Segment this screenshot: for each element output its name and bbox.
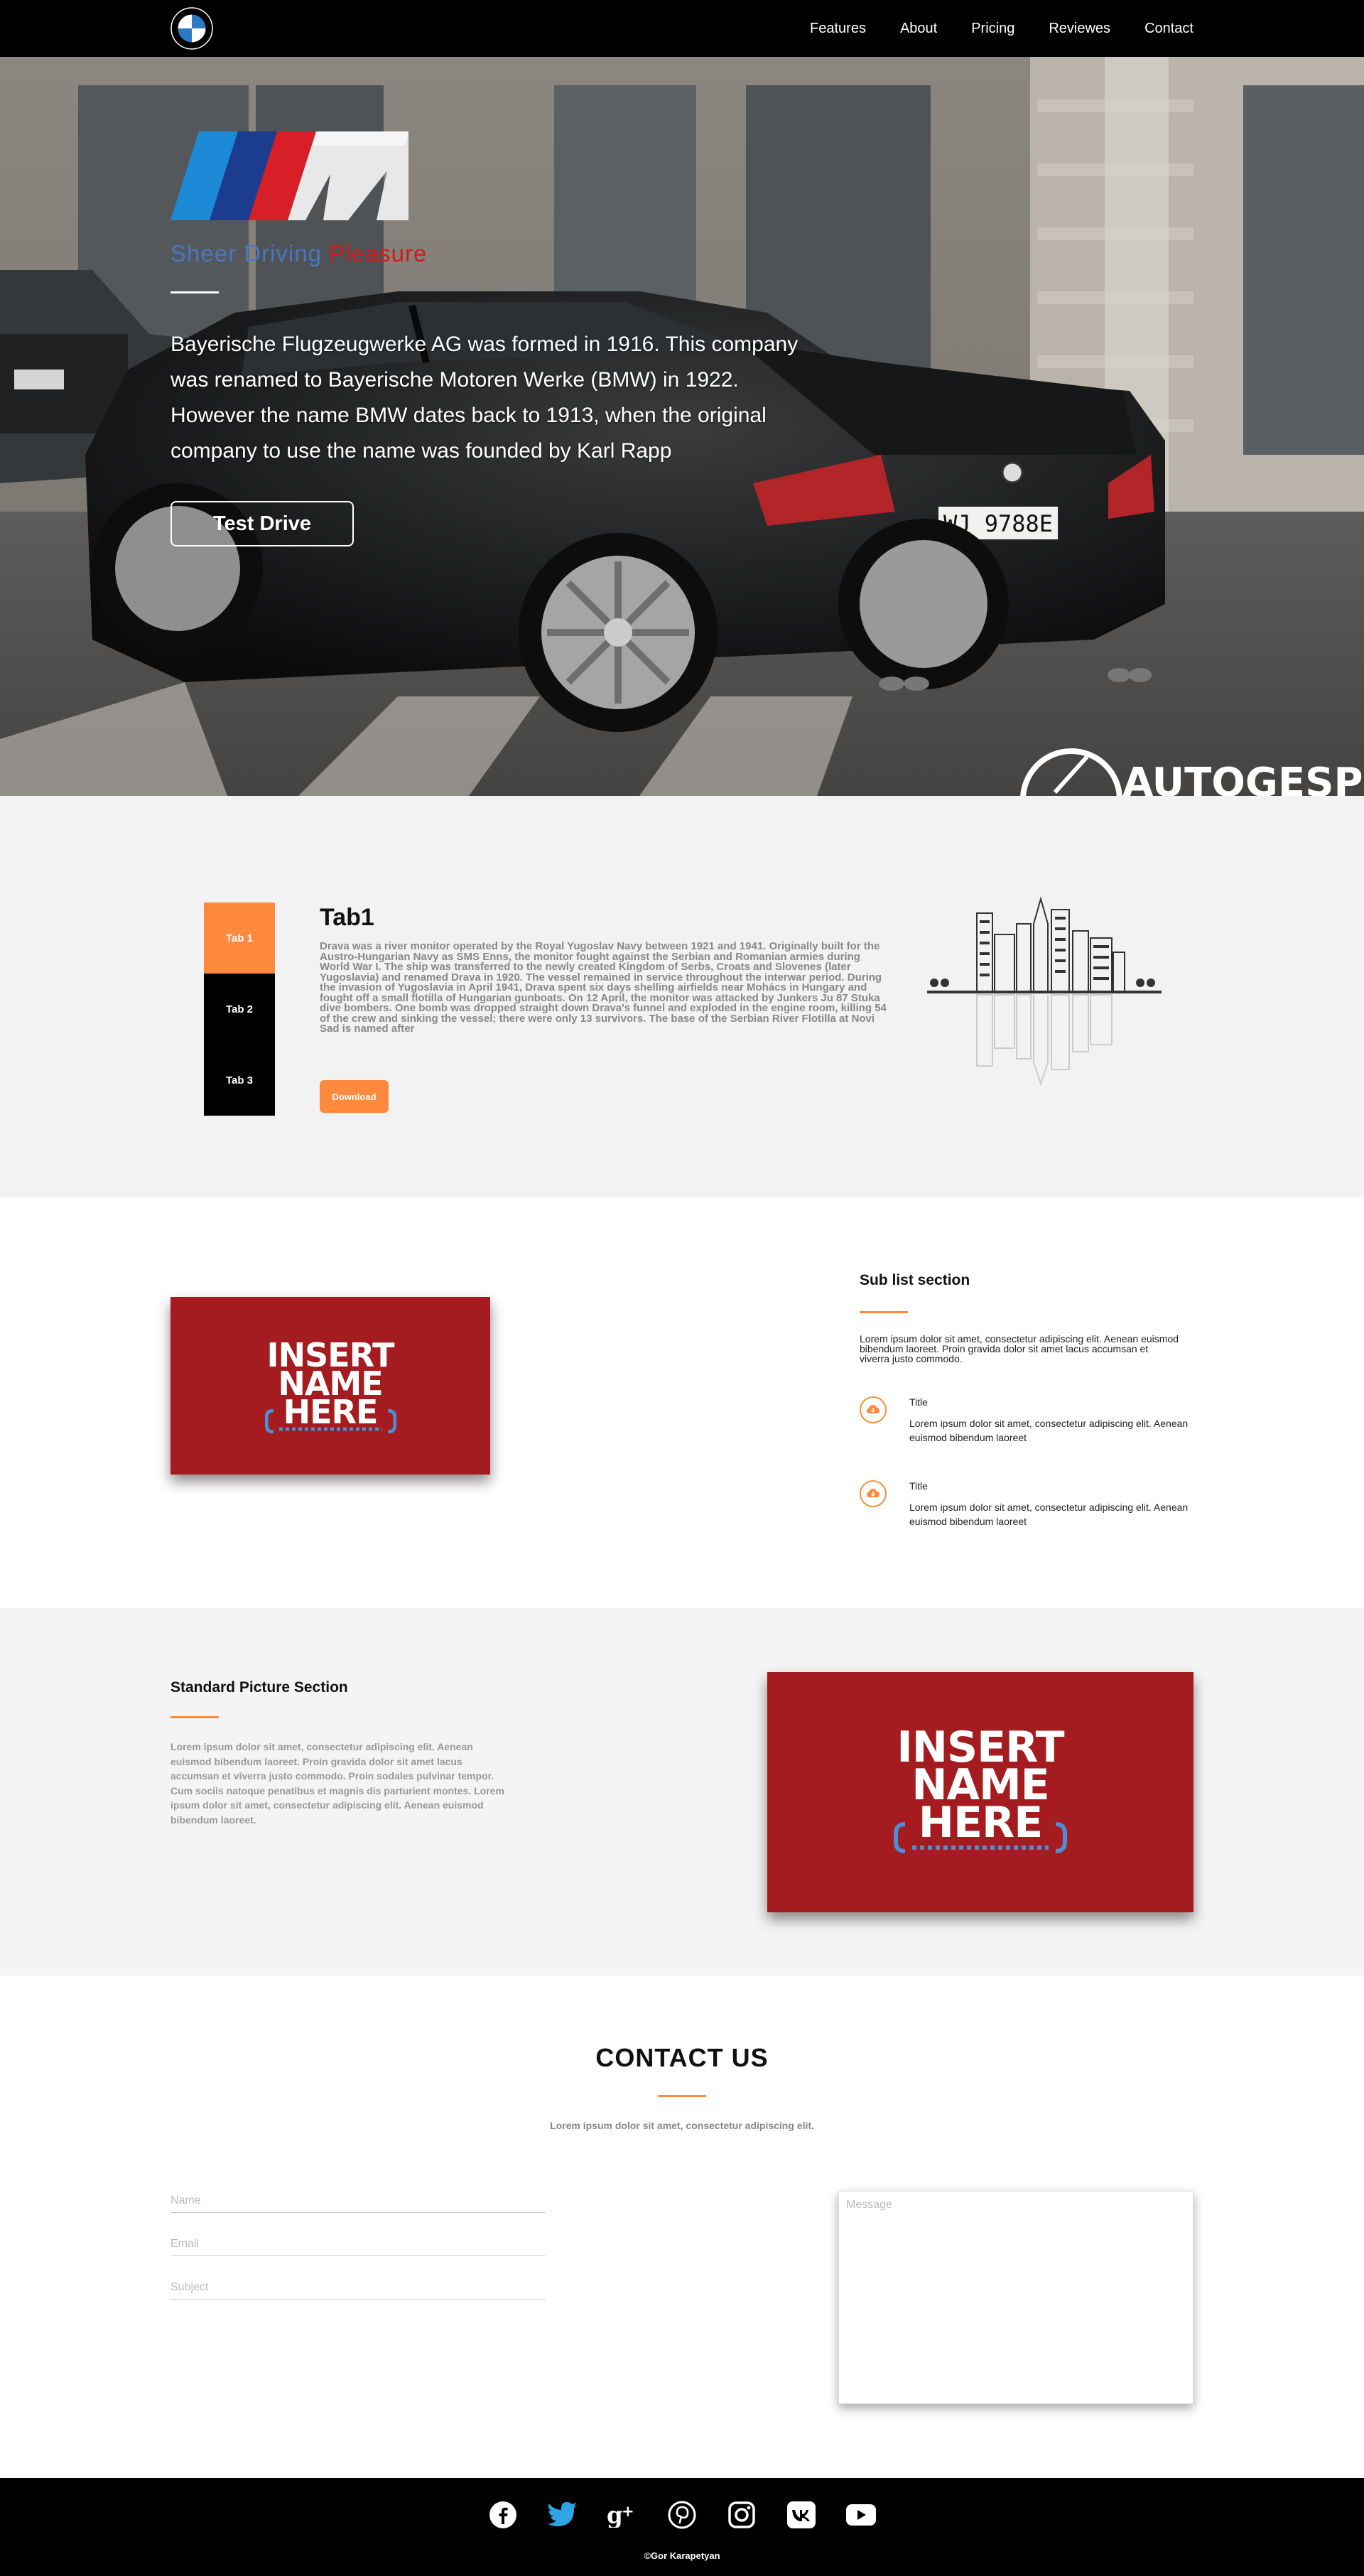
nav-link-pricing[interactable]: Pricing bbox=[971, 21, 1014, 37]
copyright-text: ©Gor Karapetyan bbox=[644, 2550, 720, 2561]
google-plus-icon[interactable]: g + bbox=[607, 2499, 638, 2531]
tab-3[interactable]: Tab 3 bbox=[204, 1045, 275, 1116]
list-item-text: Lorem ipsum dolor sit amet, consectetur … bbox=[909, 1418, 1189, 1443]
city-skyline-icon bbox=[927, 896, 1162, 1087]
sub-list-section: INSERT NAME HERE Sub list section Lorem … bbox=[0, 1197, 1364, 1608]
standard-picture-section: Standard Picture Section Lorem ipsum dol… bbox=[0, 1608, 1364, 1976]
top-navbar: Features About Pricing Reviewes Contact bbox=[0, 0, 1364, 57]
insert-name-placeholder-image: INSERT NAME HERE bbox=[170, 1297, 490, 1475]
sub-list-title: Sub list section bbox=[860, 1272, 970, 1288]
pinterest-icon[interactable] bbox=[666, 2499, 698, 2531]
tab-content: Drava was a river monitor operated by th… bbox=[320, 940, 887, 1035]
subject-field[interactable] bbox=[170, 2275, 546, 2300]
standard-picture-title: Standard Picture Section bbox=[170, 1679, 348, 1696]
message-field[interactable] bbox=[838, 2191, 1194, 2404]
vk-icon[interactable] bbox=[786, 2499, 817, 2531]
tab-title: Tab1 bbox=[320, 904, 374, 931]
instagram-icon[interactable] bbox=[726, 2499, 757, 2531]
bracket-dots-icon bbox=[894, 1822, 1067, 1853]
contact-title: CONTACT US bbox=[595, 2043, 769, 2072]
social-links: g + bbox=[0, 2499, 1364, 2531]
twitter-icon[interactable] bbox=[547, 2499, 578, 2531]
footer: g + ©Gor Karapetyan bbox=[0, 2478, 1364, 2576]
sub-list-divider bbox=[860, 1311, 908, 1313]
hero-tagline-part1: Sheer Driving bbox=[170, 240, 322, 266]
contact-divider bbox=[658, 2095, 706, 2097]
facebook-icon[interactable] bbox=[487, 2499, 519, 2531]
bracket-dots-icon bbox=[265, 1409, 396, 1433]
tab-2[interactable]: Tab 2 bbox=[204, 974, 275, 1045]
hero-tagline-part2: Pleasure bbox=[321, 240, 428, 266]
insert-name-placeholder-image: INSERT NAME HERE bbox=[767, 1672, 1194, 1912]
email-field[interactable] bbox=[170, 2232, 546, 2256]
bmw-m-logo bbox=[170, 131, 408, 220]
standard-picture-divider bbox=[170, 1716, 219, 1718]
test-drive-button[interactable]: Test Drive bbox=[170, 501, 354, 546]
cloud-download-icon bbox=[860, 1396, 887, 1423]
hero-description: Bayerische Flugzeugwerke AG was formed i… bbox=[170, 333, 799, 463]
nav-link-features[interactable]: Features bbox=[810, 21, 866, 37]
contact-section: CONTACT US Lorem ipsum dolor sit amet, c… bbox=[0, 1976, 1364, 2478]
contact-subtitle: Lorem ipsum dolor sit amet, consectetur … bbox=[550, 2120, 814, 2131]
tab-1[interactable]: Tab 1 bbox=[204, 902, 275, 974]
download-button[interactable]: Download bbox=[320, 1080, 389, 1113]
tab-list: Tab 1 Tab 2 Tab 3 bbox=[204, 902, 275, 1116]
cloud-download-icon bbox=[860, 1480, 887, 1507]
hero-divider bbox=[170, 291, 219, 293]
svg-text:g: g bbox=[607, 2502, 623, 2528]
svg-text:AUTOGESPOT: AUTOGESPOT bbox=[1122, 760, 1364, 796]
nav-link-about[interactable]: About bbox=[900, 21, 937, 37]
name-field[interactable] bbox=[170, 2189, 546, 2213]
youtube-icon[interactable] bbox=[845, 2499, 877, 2531]
list-item-text: Lorem ipsum dolor sit amet, consectetur … bbox=[909, 1502, 1189, 1527]
bmw-roundel-icon[interactable] bbox=[170, 7, 213, 50]
nav-link-contact[interactable]: Contact bbox=[1144, 21, 1194, 37]
sub-list-lead: Lorem ipsum dolor sit amet, consectetur … bbox=[860, 1333, 1179, 1364]
hero-section: WJ 9788E AUTOGESPOT bbox=[0, 57, 1364, 796]
nav-link-reviewes[interactable]: Reviewes bbox=[1049, 21, 1110, 37]
standard-picture-text: Lorem ipsum dolor sit amet, consectetur … bbox=[170, 1741, 504, 1826]
hero-tagline: Sheer Driving Pleasure bbox=[170, 240, 427, 267]
list-item-title: Title bbox=[909, 1480, 928, 1492]
list-item-title: Title bbox=[909, 1396, 928, 1408]
svg-text:+: + bbox=[622, 2502, 634, 2520]
tabs-section: Tab 1 Tab 2 Tab 3 Tab1 Drava was a river… bbox=[0, 796, 1364, 1197]
